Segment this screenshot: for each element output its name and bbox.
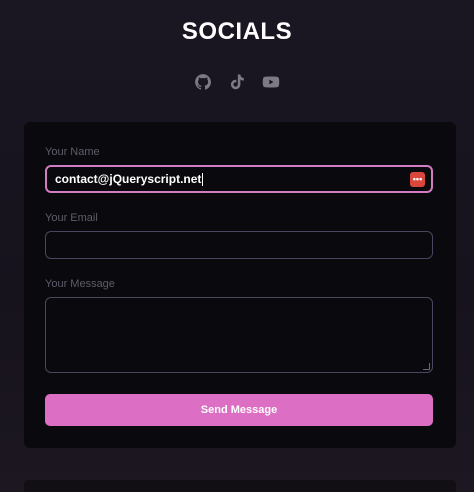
- autofill-glyph: •••: [412, 173, 423, 184]
- send-message-button[interactable]: Send Message: [45, 394, 433, 426]
- tiktok-icon[interactable]: [227, 72, 247, 92]
- youtube-icon[interactable]: [261, 72, 281, 92]
- social-links: [0, 72, 474, 92]
- text-caret: [202, 173, 204, 187]
- email-input[interactable]: [45, 231, 433, 259]
- next-section-edge: [24, 480, 456, 492]
- github-icon[interactable]: [193, 72, 213, 92]
- message-label: Your Message: [45, 278, 115, 290]
- page-title: SOCIALS: [181, 18, 293, 45]
- name-input[interactable]: contact@jQueryscript.net •••: [45, 165, 433, 193]
- contact-form: Your Name contact@jQueryscript.net ••• Y…: [24, 122, 456, 448]
- name-label: Your Name: [45, 146, 100, 158]
- message-textarea[interactable]: [45, 297, 433, 373]
- page: SOCIALS Your Name contact@jQueryscript.n…: [0, 0, 474, 492]
- email-label: Your Email: [45, 212, 98, 224]
- name-input-value: contact@jQueryscript.net: [55, 171, 202, 186]
- password-manager-icon[interactable]: •••: [410, 171, 425, 187]
- resize-handle-icon[interactable]: [423, 363, 430, 370]
